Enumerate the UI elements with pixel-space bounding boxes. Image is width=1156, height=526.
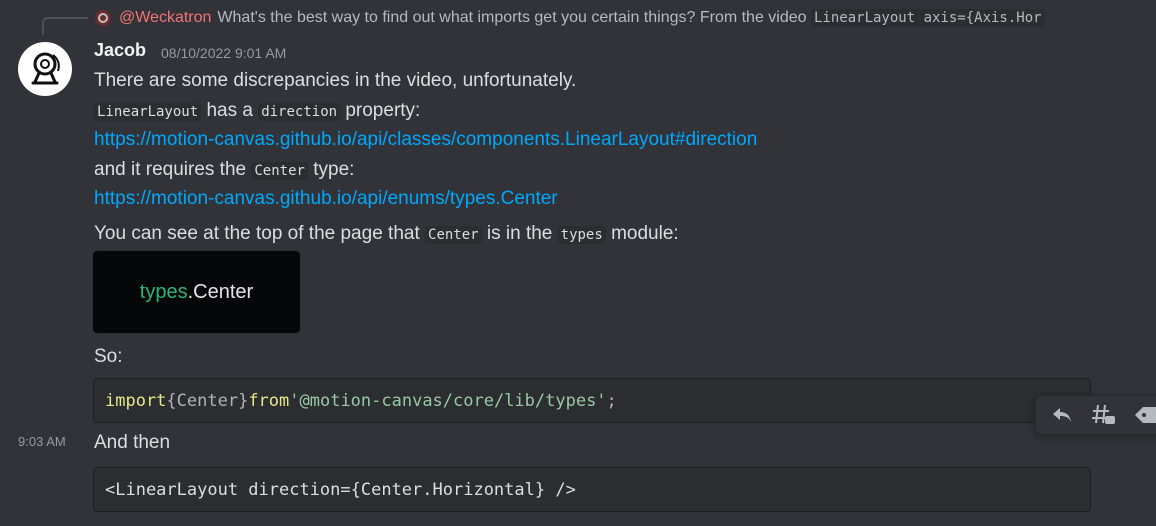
reply-icon	[1053, 408, 1071, 422]
code-usage-text: <LinearLayout direction={Center.Horizont…	[105, 479, 576, 500]
link-types-center[interactable]: https://motion-canvas.github.io/api/enum…	[94, 188, 558, 210]
code-block-import[interactable]: import {Center} from '@motion-canvas/cor…	[93, 378, 1091, 423]
code-module-string: '@motion-canvas/core/lib/types'	[289, 390, 607, 411]
code-block-usage[interactable]: <LinearLayout direction={Center.Horizont…	[93, 467, 1091, 512]
code-keyword-import: import	[105, 390, 167, 411]
message-line-3: and it requires the Center type:	[94, 159, 354, 181]
inline-code-center: Center	[251, 162, 308, 180]
image-text-center: .Center	[187, 280, 254, 303]
followup-timestamp: 9:03 AM	[18, 434, 66, 449]
line-3-text-a: and it requires the	[94, 159, 247, 180]
line-4-text-c: module:	[611, 223, 679, 244]
image-text-types: types	[139, 280, 188, 303]
create-thread-button[interactable]	[1086, 399, 1122, 431]
tag-button[interactable]	[1128, 399, 1156, 431]
line-4-text-a: You can see at the top of the page that	[94, 223, 420, 244]
link-linearlayout-direction[interactable]: https://motion-canvas.github.io/api/clas…	[94, 129, 757, 151]
reply-button[interactable]	[1044, 399, 1080, 431]
followup-text: And then	[94, 432, 171, 453]
inline-code-types: types	[557, 226, 606, 244]
line-2-text-b: property:	[345, 100, 421, 121]
reply-author-avatar[interactable]	[95, 10, 111, 26]
line-4-text-b: is in the	[486, 223, 553, 244]
inline-code-center-2: Center	[425, 226, 482, 244]
tag-icon	[1135, 407, 1156, 423]
avatar-logo-icon	[31, 52, 60, 85]
message-author[interactable]: Jacob	[94, 40, 146, 61]
attached-image[interactable]: types .Center	[93, 251, 300, 333]
message-timestamp: 08/10/2022 9:01 AM	[161, 45, 287, 61]
message-so: So:	[94, 346, 123, 367]
line-2-text-a: has a	[206, 100, 253, 121]
code-keyword-from: from	[248, 390, 290, 411]
reply-preview[interactable]: @Weckatron What's the best way to find o…	[95, 6, 1045, 30]
message-line-4: You can see at the top of the page that …	[94, 223, 679, 245]
inline-code-linearlayout: LinearLayout	[94, 103, 202, 121]
inline-code-direction: direction	[258, 103, 341, 121]
line-3-text-b: type:	[313, 159, 355, 180]
message-hover-toolbar	[1035, 395, 1156, 435]
reply-connector	[42, 17, 88, 35]
code-semicolon: ;	[606, 390, 617, 411]
avatar[interactable]	[18, 42, 72, 96]
reply-author-mention[interactable]: @Weckatron	[119, 9, 211, 27]
reply-text[interactable]: What's the best way to find out what imp…	[217, 9, 806, 27]
code-braces: {Center}	[166, 390, 249, 411]
message-line-2: LinearLayout has a direction property:	[94, 100, 420, 122]
message-line-1: There are some discrepancies in the vide…	[94, 70, 577, 91]
reply-inline-code: LinearLayout axis={Axis.Hor	[811, 9, 1045, 27]
thread-icon	[1092, 404, 1115, 424]
